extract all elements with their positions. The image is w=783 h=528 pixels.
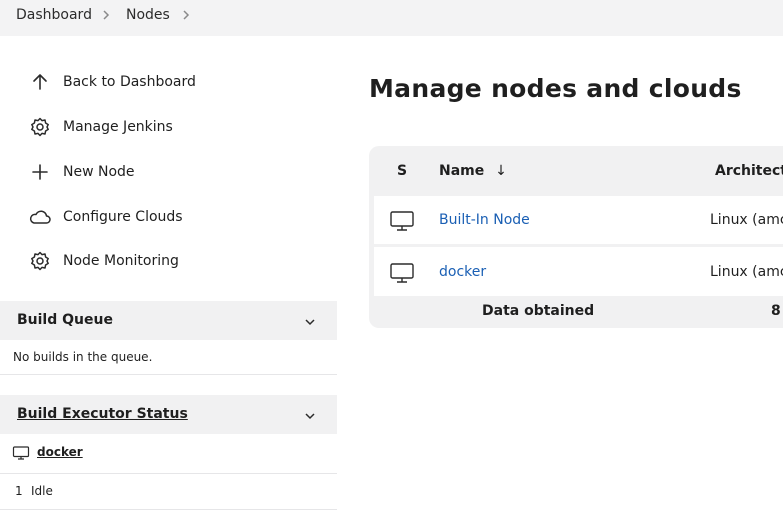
sort-arrow-icon: ↓ [495, 163, 507, 179]
table-row: docker Linux (amc [374, 247, 783, 296]
column-header-name-label: Name [439, 163, 485, 179]
node-link[interactable]: Built-In Node [439, 212, 530, 228]
build-queue-body: No builds in the queue. [0, 340, 337, 375]
sidebar-item-label: New Node [63, 164, 135, 180]
sidebar-item-configure-clouds[interactable]: Configure Clouds [28, 201, 328, 233]
column-header-status[interactable]: S [397, 163, 407, 179]
chevron-down-icon[interactable] [303, 408, 317, 422]
executor-node-row: docker [0, 434, 337, 474]
nodes-table: S Name ↓ Architect Built-In Node Linux (… [369, 146, 783, 328]
chevron-down-icon[interactable] [303, 314, 317, 328]
chevron-right-icon[interactable] [99, 8, 113, 22]
computer-icon [12, 445, 30, 461]
node-architecture: Linux (amc [710, 264, 783, 280]
build-queue-title: Build Queue [17, 312, 113, 328]
table-row: Built-In Node Linux (amc [374, 196, 783, 244]
sidebar-item-label: Manage Jenkins [63, 119, 173, 135]
sidebar-item-label: Back to Dashboard [63, 74, 196, 90]
executor-status: Idle [31, 484, 53, 498]
column-header-name[interactable]: Name ↓ [439, 163, 507, 179]
chevron-right-icon[interactable] [179, 8, 193, 22]
breadcrumb-nodes[interactable]: Nodes [126, 7, 170, 23]
breadcrumb-dashboard[interactable]: Dashboard [16, 7, 92, 23]
plus-icon [28, 160, 52, 184]
arrow-up-icon [28, 70, 52, 94]
node-architecture: Linux (amc [710, 212, 783, 228]
data-obtained-label: Data obtained [482, 303, 595, 319]
sidebar-item-label: Configure Clouds [63, 209, 183, 225]
gear-icon [28, 249, 52, 273]
sidebar-item-back-to-dashboard[interactable]: Back to Dashboard [28, 66, 328, 98]
executor-status-header: Build Executor Status [0, 395, 337, 434]
breadcrumb: Dashboard Nodes [0, 0, 783, 36]
node-link[interactable]: docker [439, 264, 486, 280]
sidebar-item-label: Node Monitoring [63, 253, 179, 269]
executor-number: 1 [15, 484, 23, 498]
sidebar-item-new-node[interactable]: New Node [28, 156, 328, 188]
build-queue-empty-text: No builds in the queue. [13, 350, 153, 364]
executor-node-link[interactable]: docker [37, 445, 83, 459]
cloud-icon [28, 205, 52, 229]
column-header-architecture[interactable]: Architect [715, 163, 783, 179]
build-queue-header: Build Queue [0, 301, 337, 340]
gear-icon [28, 115, 52, 139]
computer-icon [389, 210, 415, 232]
executor-row: 1 Idle [0, 474, 337, 510]
table-footer-row: Data obtained 8 [374, 299, 783, 323]
data-obtained-value: 8 [771, 303, 781, 319]
executor-status-title[interactable]: Build Executor Status [17, 406, 188, 422]
computer-icon [389, 262, 415, 284]
sidebar-item-manage-jenkins[interactable]: Manage Jenkins [28, 111, 328, 143]
page-title: Manage nodes and clouds [369, 74, 742, 103]
sidebar-item-node-monitoring[interactable]: Node Monitoring [28, 245, 328, 277]
